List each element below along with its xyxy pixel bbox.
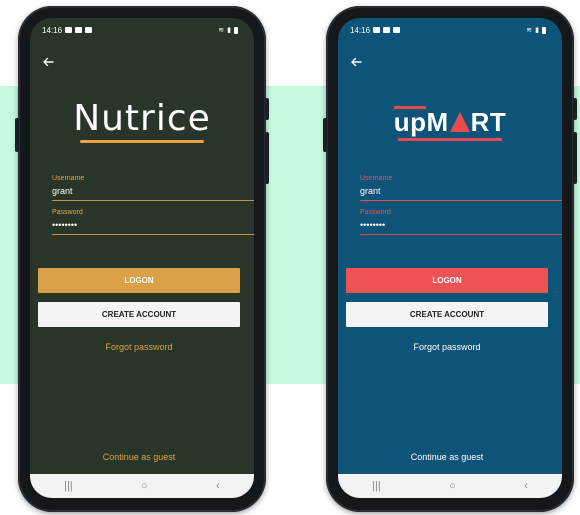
wifi-icon: ≋ [526,27,533,34]
status-time: 14:16 [350,25,371,35]
phone-upmart: 14:16 ≋ ▮ upM RT Username grant Password… [323,6,577,512]
username-label: Username [360,175,393,182]
password-underline [360,234,562,235]
battery-icon [542,26,546,34]
recent-apps-icon[interactable]: ||| [64,480,73,492]
screen: 14:16 ≋ ▮ upM RT Username grant Password… [338,18,562,498]
username-input[interactable]: grant [52,186,254,197]
side-button [573,132,577,184]
password-field[interactable]: Password •••••••• [52,208,254,235]
password-field[interactable]: Password •••••••• [360,208,562,235]
notification-icon [383,27,391,33]
side-button [265,132,269,184]
password-label: Password [52,209,83,216]
username-label: Username [52,175,85,182]
recent-apps-icon[interactable]: ||| [372,480,381,492]
home-icon[interactable]: ○ [141,480,148,492]
password-input[interactable]: •••••••• [52,220,254,231]
username-underline [52,200,254,201]
nutrice-logo: Nutrice [30,98,254,143]
brand-part-m: M [426,107,449,137]
navigation-bar: ||| ○ ‹ [338,474,562,498]
continue-as-guest-link[interactable]: Continue as guest [30,452,248,462]
username-underline [360,200,562,201]
continue-as-guest-link[interactable]: Continue as guest [338,452,556,462]
username-input[interactable]: grant [360,186,562,197]
brand-part-up: up [393,106,427,137]
phone-nutrice: 14:16 ≋ ▮ Nutrice Username grant Passwor… [15,6,269,512]
forgot-password-link[interactable]: Forgot password [30,342,248,352]
status-time: 14:16 [42,25,63,35]
gallery-icon [373,27,381,33]
triangle-a-icon [449,112,470,132]
back-arrow-icon[interactable] [40,54,56,70]
password-label: Password [360,209,391,216]
side-button [573,98,577,120]
logo-underline [398,138,502,141]
notification-icon [75,27,83,33]
logo-underline [80,140,204,143]
side-button [323,118,327,152]
create-account-button[interactable]: CREATE ACCOUNT [38,302,240,327]
back-icon[interactable]: ‹ [216,480,220,492]
brand-part-rt: RT [470,107,507,137]
username-field[interactable]: Username grant [52,174,254,201]
username-field[interactable]: Username grant [360,174,562,201]
brand-name: Nutrice [73,98,211,139]
home-icon[interactable]: ○ [449,480,456,492]
status-bar: 14:16 ≋ ▮ [30,18,254,42]
back-arrow-icon[interactable] [348,54,364,70]
message-icon [85,27,93,33]
upmart-logo: upM RT [338,106,562,141]
wifi-icon: ≋ [218,27,225,34]
side-button [265,98,269,120]
create-account-button[interactable]: CREATE ACCOUNT [346,302,548,327]
side-button [15,118,19,152]
message-icon [393,27,401,33]
battery-icon [234,26,238,34]
signal-icon: ▮ [227,27,231,34]
gallery-icon [65,27,73,33]
logon-button[interactable]: LOGON [346,268,548,293]
back-icon[interactable]: ‹ [524,480,528,492]
status-bar: 14:16 ≋ ▮ [338,18,562,42]
navigation-bar: ||| ○ ‹ [30,474,254,498]
password-underline [52,234,254,235]
screen: 14:16 ≋ ▮ Nutrice Username grant Passwor… [30,18,254,498]
logon-button[interactable]: LOGON [38,268,240,293]
password-input[interactable]: •••••••• [360,220,562,231]
forgot-password-link[interactable]: Forgot password [338,342,556,352]
signal-icon: ▮ [535,27,539,34]
